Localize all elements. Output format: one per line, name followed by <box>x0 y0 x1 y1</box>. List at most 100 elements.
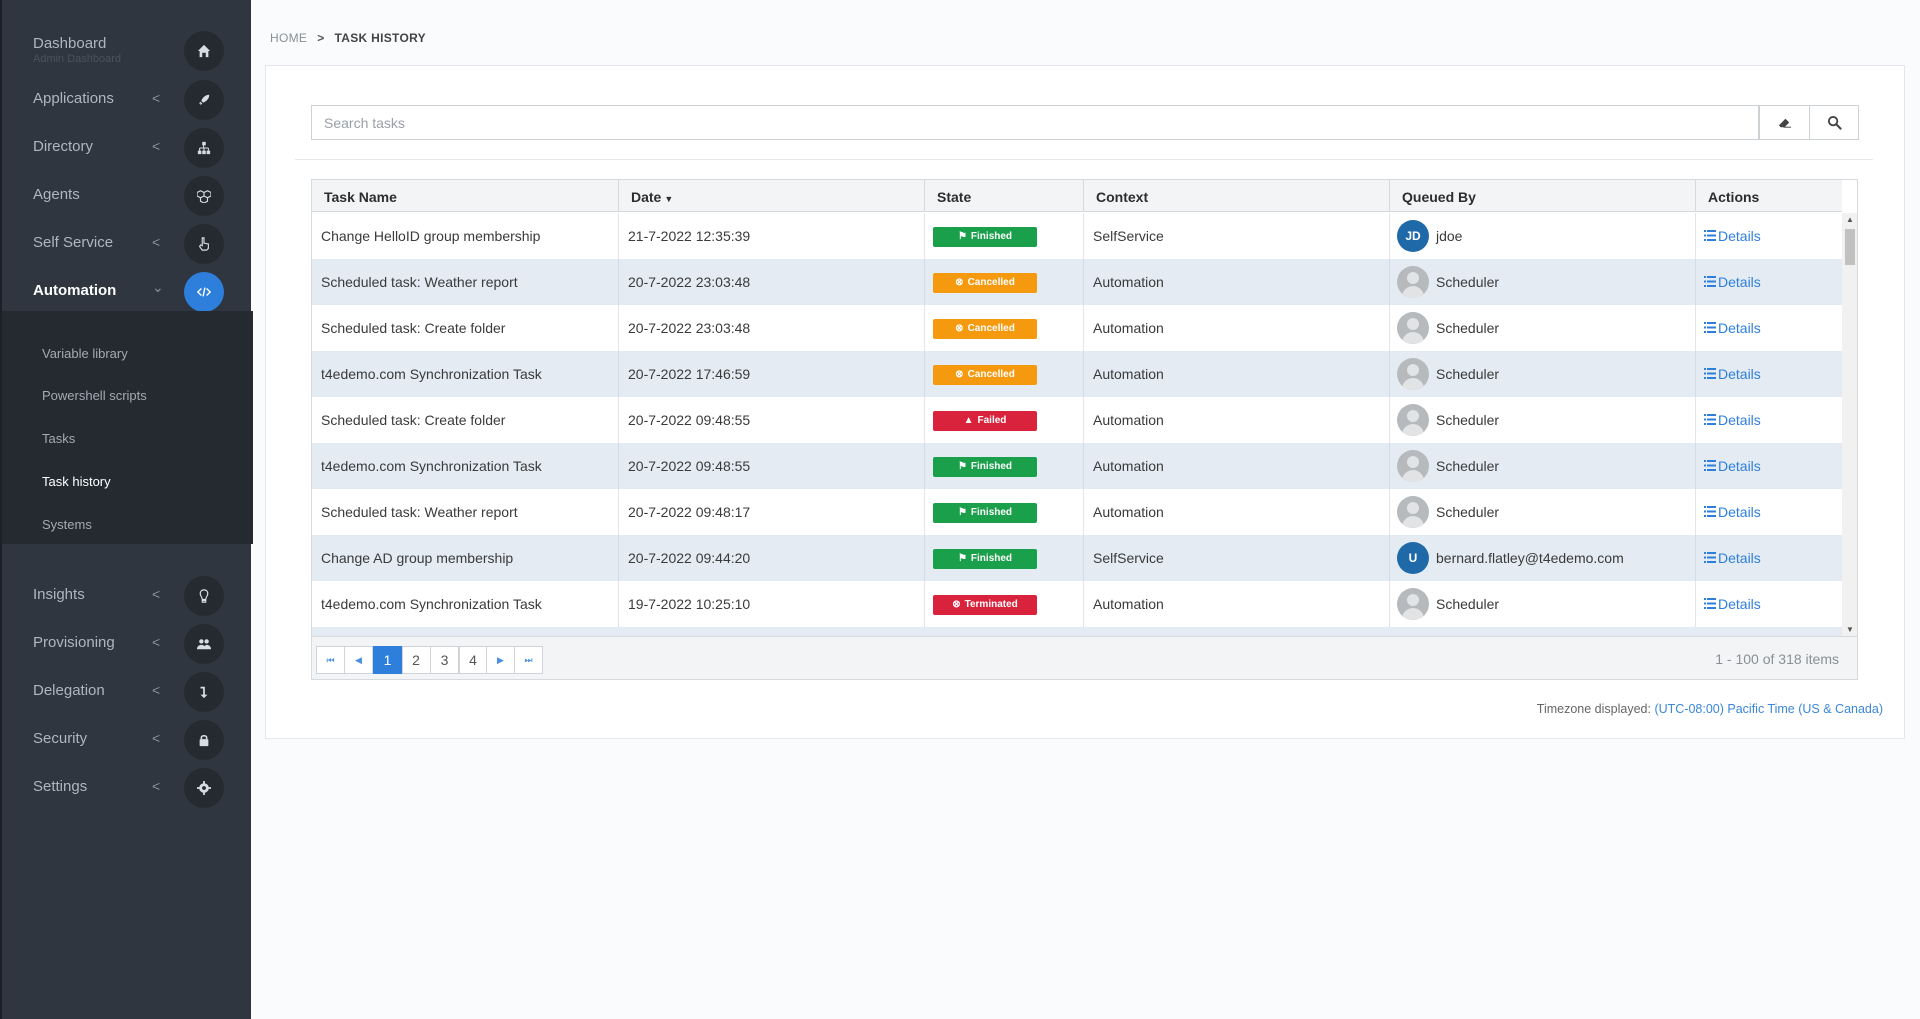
table-row[interactable]: Scheduled task: Create folder 20-7-2022 2… <box>312 305 1842 351</box>
details-link[interactable]: Details <box>1704 489 1761 535</box>
scrollbar-thumb[interactable] <box>1845 229 1855 265</box>
breadcrumb: HOME > TASK HISTORY <box>270 31 426 45</box>
column-header-task-name[interactable]: Task Name <box>312 180 619 212</box>
scroll-up-icon[interactable]: ▲ <box>1846 215 1854 224</box>
details-label: Details <box>1718 504 1761 520</box>
table-row[interactable]: t4edemo.com Synchronization Task 19-7-202… <box>312 581 1842 627</box>
next-page-button[interactable]: ▶ <box>486 646 515 674</box>
page-button-4[interactable]: 4 <box>458 646 488 674</box>
search-icon <box>1827 115 1842 130</box>
gear-icon <box>184 768 224 808</box>
first-page-button[interactable]: ⏮ <box>316 646 345 674</box>
cell-actions: Details <box>1696 535 1842 581</box>
timezone-label: Timezone displayed: <box>1536 702 1651 716</box>
page-button-3[interactable]: 3 <box>430 646 459 674</box>
clear-search-button[interactable] <box>1759 105 1810 140</box>
details-link[interactable]: Details <box>1704 213 1761 259</box>
sidebar-item-applications[interactable]: Applications < <box>2 78 253 122</box>
sidebar-item-security[interactable]: Security < <box>2 718 253 762</box>
sidebar: Dashboard Admin Dashboard Applications < D… <box>0 0 253 1019</box>
details-link[interactable]: Details <box>1704 581 1761 627</box>
level-down-icon <box>184 672 224 712</box>
cell-state: ⚑ Finished <box>925 443 1084 489</box>
table-row[interactable]: Change AD group membership 20-7-2022 09:4… <box>312 535 1842 581</box>
column-header-context[interactable]: Context <box>1084 180 1390 212</box>
sidebar-item-dashboard[interactable]: Dashboard Admin Dashboard <box>2 31 253 75</box>
status-badge-label: Finished <box>970 461 1013 472</box>
sidebar-item-sublabel: Admin Dashboard <box>33 53 122 65</box>
table-row[interactable]: Scheduled task: Weather report 20-7-2022 … <box>312 259 1842 305</box>
sort-desc-icon: ▼ <box>664 194 674 204</box>
cell-context: Automation <box>1084 351 1390 397</box>
cell-date: 20-7-2022 09:48:17 <box>619 489 925 535</box>
column-header-date[interactable]: Date ▼ <box>619 180 925 212</box>
column-header-queued-by[interactable]: Queued By <box>1390 180 1696 212</box>
chevron-left-icon: < <box>152 634 161 650</box>
queued-by-name: bernard.flatley@t4edemo.com <box>1436 550 1624 566</box>
rocket-icon <box>184 80 224 120</box>
cell-actions: Details <box>1696 305 1842 351</box>
cell-state: ▲ Failed <box>925 397 1084 443</box>
cell-date: 20-7-2022 23:03:48 <box>619 305 925 351</box>
cell-date: 19-7-2022 10:25:10 <box>619 581 925 627</box>
column-header-state[interactable]: State <box>925 180 1084 212</box>
details-link[interactable]: Details <box>1704 397 1761 443</box>
list-icon <box>1704 368 1716 379</box>
submenu-item-task-history[interactable]: Task history <box>42 474 111 489</box>
page-button-2[interactable]: 2 <box>401 646 431 674</box>
sidebar-item-directory[interactable]: Directory < <box>2 126 253 170</box>
eraser-icon <box>1778 118 1792 128</box>
cell-actions: Details <box>1696 489 1842 535</box>
timezone-link[interactable]: (UTC-08:00) Pacific Time (US & Canada) <box>1654 702 1883 716</box>
cell-state: ⚑ Finished <box>925 489 1084 535</box>
details-label: Details <box>1718 458 1761 474</box>
status-badge: ⊗ Cancelled <box>933 273 1037 293</box>
cell-task-name: Scheduled task: Create folder <box>312 397 619 443</box>
table-row[interactable]: Scheduled task: Weather report 20-7-2022 … <box>312 489 1842 535</box>
lock-icon <box>184 720 224 760</box>
submenu-item-systems[interactable]: Systems <box>42 517 92 532</box>
circle-x-icon: ⊗ <box>952 599 961 610</box>
last-page-button[interactable]: ⏭ <box>514 646 543 674</box>
cell-actions: Details <box>1696 259 1842 305</box>
details-link[interactable]: Details <box>1704 259 1761 305</box>
details-label: Details <box>1718 596 1761 612</box>
page-button-1[interactable]: 1 <box>373 646 402 674</box>
submenu-item-powershell-scripts[interactable]: Powershell scripts <box>42 388 147 403</box>
search-input[interactable] <box>311 105 1759 140</box>
scroll-down-icon[interactable]: ▼ <box>1846 625 1854 634</box>
cell-queued-by: Scheduler <box>1390 443 1696 489</box>
vertical-scrollbar[interactable]: ▲ ▼ <box>1842 213 1857 636</box>
sidebar-item-self-service[interactable]: Self Service < <box>2 222 253 266</box>
cell-actions: Details <box>1696 397 1842 443</box>
details-label: Details <box>1718 320 1761 336</box>
table-row[interactable]: t4edemo.com Synchronization Task 20-7-202… <box>312 351 1842 397</box>
sidebar-item-label: Agents <box>33 186 80 203</box>
sidebar-item-agents[interactable]: Agents <box>2 174 253 218</box>
cell-task-name: t4edemo.com Synchronization Task <box>312 443 619 489</box>
table-row[interactable]: t4edemo.com Synchronization Task 20-7-202… <box>312 443 1842 489</box>
sidebar-item-insights[interactable]: Insights < <box>2 574 253 618</box>
prev-page-button[interactable]: ◀ <box>344 646 373 674</box>
details-link[interactable]: Details <box>1704 443 1761 489</box>
cell-task-name: Scheduled task: Create folder <box>312 305 619 351</box>
queued-by-name: Scheduler <box>1436 596 1500 612</box>
table-row[interactable]: Scheduled task: Create folder 20-7-2022 0… <box>312 397 1842 443</box>
sidebar-item-provisioning[interactable]: Provisioning < <box>2 622 253 666</box>
submenu-item-tasks[interactable]: Tasks <box>42 431 75 446</box>
avatar: U <box>1397 542 1429 574</box>
submenu-item-variable-library[interactable]: Variable library <box>42 346 128 361</box>
details-link[interactable]: Details <box>1704 351 1761 397</box>
sidebar-item-settings[interactable]: Settings < <box>2 766 253 810</box>
details-link[interactable]: Details <box>1704 305 1761 351</box>
avatar-placeholder-icon <box>1397 358 1429 390</box>
search-button[interactable] <box>1809 105 1859 140</box>
breadcrumb-home[interactable]: HOME <box>270 31 307 45</box>
cell-context: SelfService <box>1084 535 1390 581</box>
sidebar-item-delegation[interactable]: Delegation < <box>2 670 253 714</box>
cell-context: Automation <box>1084 305 1390 351</box>
sidebar-item-automation[interactable]: Automation ⌄ <box>2 270 253 314</box>
table-row[interactable]: Change HelloID group membership 21-7-2022… <box>312 213 1842 259</box>
cell-state: ⚑ Finished <box>925 213 1084 259</box>
details-link[interactable]: Details <box>1704 535 1761 581</box>
